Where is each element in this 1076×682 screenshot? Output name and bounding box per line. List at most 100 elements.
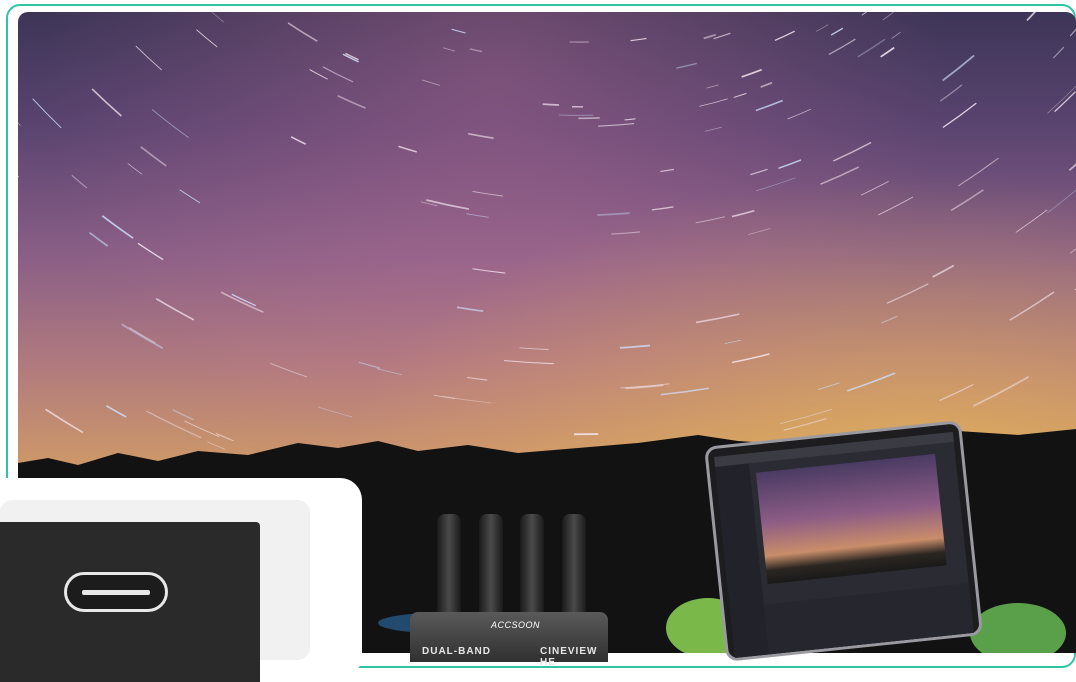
- star-trail: [89, 233, 107, 247]
- star-trail: [33, 99, 62, 128]
- star-trail: [323, 67, 353, 82]
- star-trail: [122, 324, 163, 348]
- star-trail: [180, 190, 200, 203]
- star-trail: [196, 30, 217, 47]
- video-transmitter: ACCSOON DUAL-BAND CINEVIEW HE: [410, 612, 608, 662]
- antenna-2: [479, 514, 503, 626]
- star-trail: [881, 48, 895, 57]
- star-trail: [661, 388, 709, 394]
- star-trail: [631, 38, 647, 40]
- star-trail: [398, 146, 416, 152]
- antenna-1: [437, 514, 461, 626]
- transmitter-logo: ACCSOON: [491, 620, 540, 630]
- star-trail: [173, 410, 194, 420]
- star-trail: [625, 119, 636, 120]
- star-trail: [106, 406, 126, 417]
- star-trail: [72, 175, 87, 188]
- star-trail: [742, 70, 762, 77]
- star-trail: [543, 104, 559, 105]
- transmitter-right-label: CINEVIEW HE: [540, 646, 608, 668]
- star-trail: [958, 158, 998, 186]
- star-trail: [705, 127, 722, 131]
- star-trail: [775, 31, 795, 40]
- star-trail: [504, 361, 554, 364]
- star-trail: [734, 93, 747, 97]
- star-trail: [704, 35, 716, 39]
- star-trail: [452, 29, 466, 33]
- star-trail: [1027, 12, 1043, 20]
- star-trail: [1055, 92, 1076, 112]
- star-trail: [943, 103, 976, 127]
- star-trail: [883, 12, 894, 20]
- star-trail: [310, 70, 328, 80]
- star-trail: [1047, 184, 1076, 213]
- star-trail: [881, 316, 897, 323]
- star-trail: [18, 137, 19, 177]
- star-trail: [780, 409, 832, 423]
- star-trail: [756, 101, 783, 111]
- star-trail: [831, 28, 843, 35]
- laptop: [704, 420, 983, 662]
- star-trail: [756, 178, 795, 191]
- star-trail: [102, 216, 133, 238]
- star-trail: [422, 80, 440, 85]
- star-trail: [1053, 47, 1064, 58]
- star-trail: [750, 169, 767, 174]
- star-trail: [951, 190, 983, 211]
- star-trail: [128, 163, 142, 174]
- star-trail: [597, 213, 629, 215]
- star-trail: [940, 85, 962, 101]
- star-trail: [847, 373, 895, 391]
- star-trail: [788, 109, 811, 119]
- star-trail: [1070, 238, 1076, 253]
- star-trail: [598, 124, 634, 127]
- star-trail: [676, 63, 697, 68]
- usb-c-port-icon: [64, 572, 168, 612]
- star-trail: [862, 12, 880, 15]
- star-trail: [1070, 12, 1076, 36]
- star-trail: [468, 134, 493, 139]
- star-trail: [933, 266, 954, 277]
- star-trail: [443, 48, 455, 51]
- star-trail: [467, 377, 487, 380]
- editor-preview-image: [756, 454, 947, 584]
- star-trail: [833, 142, 871, 160]
- star-trail: [620, 345, 650, 347]
- star-trail: [473, 191, 503, 196]
- star-trail: [288, 23, 317, 41]
- star-trail: [270, 363, 307, 377]
- star-trail: [699, 99, 727, 107]
- star-trail: [696, 217, 725, 223]
- star-trail: [457, 307, 483, 311]
- star-trail: [443, 396, 492, 403]
- antenna-3: [520, 514, 544, 626]
- star-trail: [732, 354, 769, 362]
- star-trail: [696, 314, 739, 322]
- star-trail: [611, 232, 640, 234]
- star-trail: [138, 243, 163, 259]
- star-trail: [816, 25, 828, 32]
- star-trail: [818, 383, 840, 390]
- star-trail: [707, 85, 719, 88]
- transmitter-left-label: DUAL-BAND: [422, 646, 491, 657]
- star-trail: [519, 348, 548, 350]
- antenna-4: [562, 514, 586, 626]
- star-trail: [858, 39, 885, 56]
- star-trail: [136, 46, 162, 70]
- star-trail: [434, 395, 455, 399]
- star-trail: [359, 362, 380, 368]
- star-trail: [466, 214, 488, 218]
- star-trail: [92, 89, 121, 116]
- star-trail: [779, 160, 801, 168]
- laptop-screen: [714, 432, 974, 658]
- star-trail: [732, 211, 754, 217]
- star-trail: [887, 284, 928, 303]
- star-trail: [748, 228, 770, 234]
- star-trail: [973, 377, 1028, 406]
- star-trail: [1010, 292, 1054, 320]
- star-trail: [1016, 210, 1047, 233]
- star-trail: [338, 96, 366, 108]
- star-trail: [221, 292, 263, 312]
- star-trail: [660, 169, 674, 171]
- star-trail: [141, 147, 166, 166]
